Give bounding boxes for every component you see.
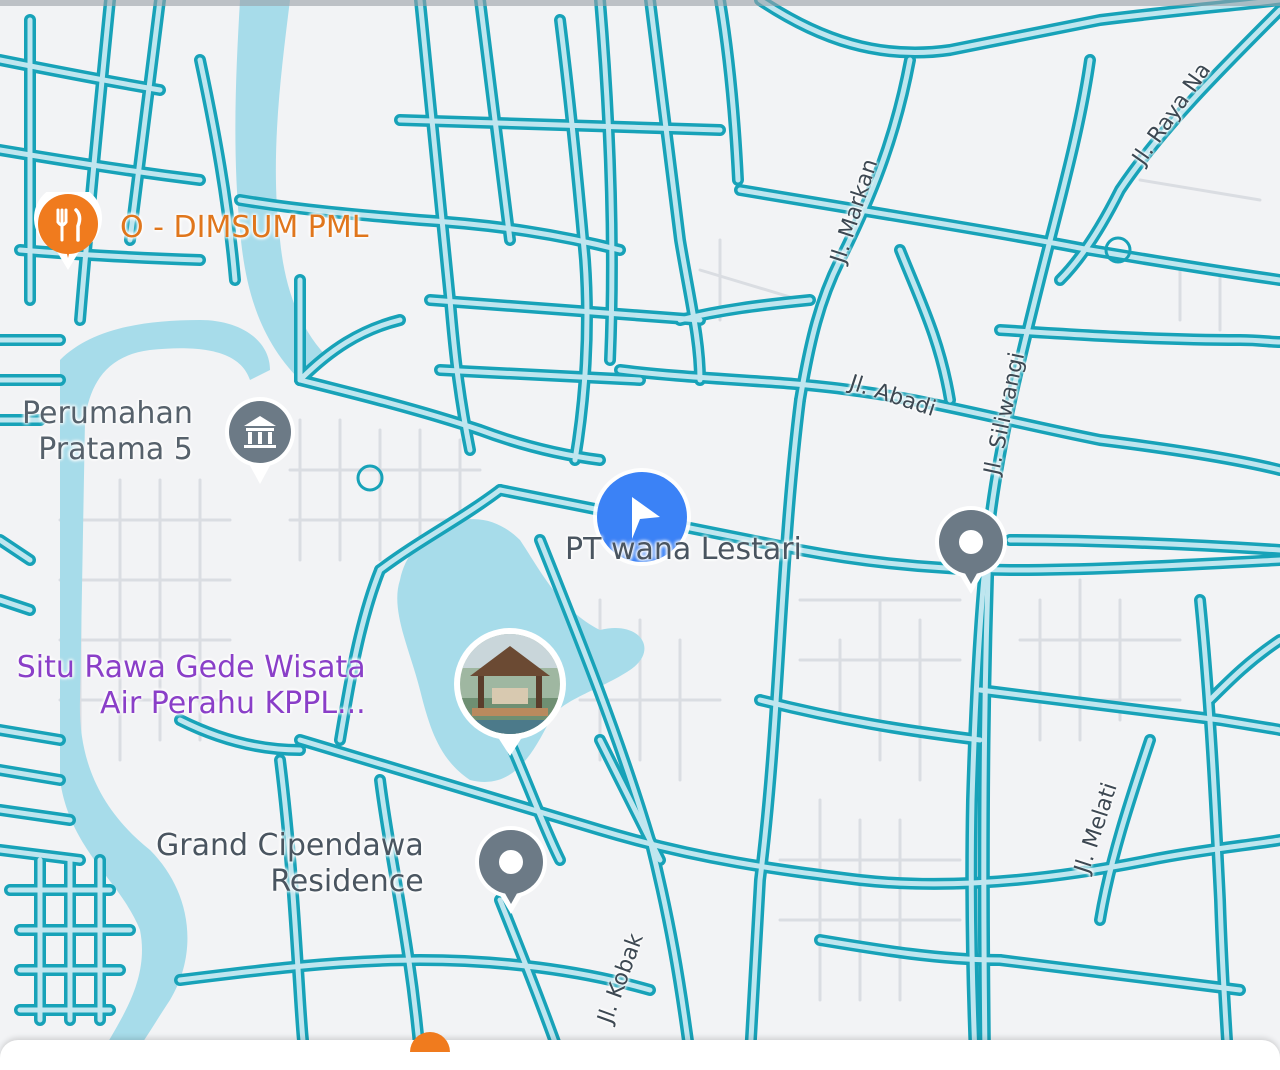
poi-dimsum[interactable] [32,184,104,272]
poi-perumahan-line2: Pratama 5 [38,432,193,467]
poi-dimsum-label[interactable]: O - DIMSUM PML [120,210,368,246]
location-pin-icon [935,506,1007,594]
road-segment-fill [127,0,163,243]
photo-thumbnail-icon [454,628,566,756]
road-segment-fill [497,897,563,1056]
building-icon [225,397,295,484]
poi-perumahan[interactable] [222,396,298,486]
road-segment-fill [427,297,703,323]
map-dot-marker [355,463,385,493]
road-segment-fill [997,957,1243,993]
poi-lestari-label[interactable]: PT wana Lestari [565,532,802,568]
river-north [235,0,330,380]
poi-situ[interactable] [452,628,568,760]
road-segment-fill [377,777,423,1056]
road-segment-fill [737,187,1093,253]
poi-situ-label[interactable]: Situ Rawa Gede Wisata Air Perahu KPPL... [8,650,366,722]
poi-perumahan-label[interactable]: Perumahan Pratama 5 [22,396,193,468]
road-segment-fill [277,757,308,1056]
poi-perumahan-line1: Perumahan [22,396,193,431]
location-pin-icon [475,826,547,914]
road-segment [174,714,306,756]
road-segment-fill [297,737,1280,887]
poi-grand-label[interactable]: Grand Cipendawa Residence [156,828,424,900]
poi-grand[interactable] [472,824,550,916]
poi-situ-line1: Situ Rawa Gede Wisata [16,650,366,685]
poi-lestari[interactable] [932,504,1010,596]
map-dot-marker [1103,235,1133,265]
poi-grand-line1: Grand Cipendawa [156,828,424,863]
road-segment-fill [977,687,1280,733]
poi-grand-line2: Residence [270,864,424,899]
restaurant-icon [34,184,103,270]
poi-situ-line2: Air Perahu KPPL... [100,686,366,721]
status-strip [0,0,1280,6]
road-segment-fill [1207,637,1280,703]
bottom-sheet-handle[interactable] [0,1032,1280,1070]
